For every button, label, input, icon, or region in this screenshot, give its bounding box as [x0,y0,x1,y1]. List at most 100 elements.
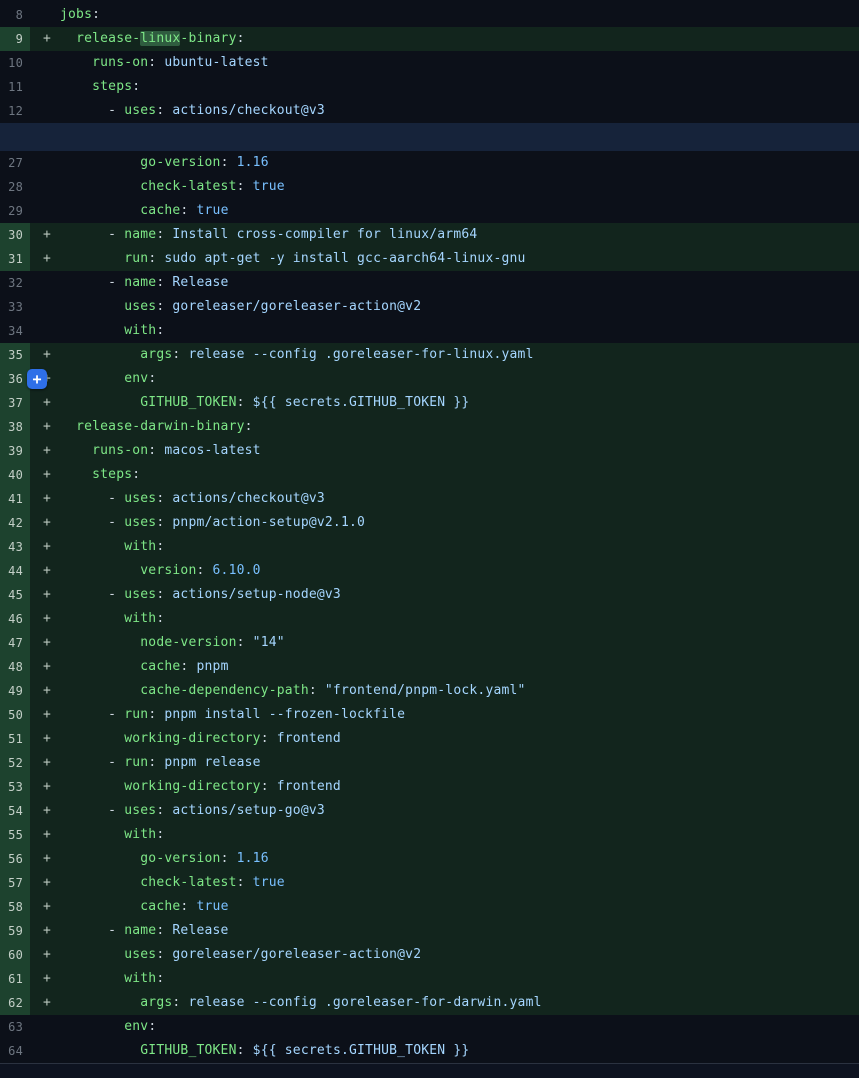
diff-marker: + [30,967,60,991]
code-token: go-version [140,155,220,170]
line-number[interactable]: 47 [0,631,30,655]
line-number[interactable]: 31 [0,247,30,271]
line-number[interactable]: 8 [0,3,30,27]
diff-line-46: 46+ with: [0,607,859,631]
line-number[interactable]: 45 [0,583,30,607]
line-number[interactable]: 49 [0,679,30,703]
diff-line-48: 48+ cache: pnpm [0,655,859,679]
line-number[interactable]: 35 [0,343,30,367]
code-token [60,371,124,386]
code-token: uses [124,491,156,506]
line-number[interactable]: 44 [0,559,30,583]
code-text: - name: Release [60,271,859,295]
diff-marker: + [30,487,60,511]
line-number[interactable]: 11 [0,75,30,99]
code-token: : [261,731,277,746]
line-number[interactable]: 12 [0,99,30,123]
line-number[interactable]: 57 [0,871,30,895]
line-number[interactable]: 52 [0,751,30,775]
code-token: with [124,827,156,842]
code-token: - [60,707,124,722]
line-number[interactable]: 34 [0,319,30,343]
line-number[interactable]: 33 [0,295,30,319]
line-number[interactable]: 55 [0,823,30,847]
line-number[interactable]: 42 [0,511,30,535]
line-number[interactable]: 50 [0,703,30,727]
code-text: working-directory: frontend [60,727,859,751]
line-number[interactable]: 48 [0,655,30,679]
code-token: working-directory [124,779,260,794]
diff-marker: + [30,223,60,247]
code-token: sudo apt-get -y install gcc-aarch64-linu… [164,251,525,266]
code-token [60,899,140,914]
line-number[interactable]: 53 [0,775,30,799]
line-number[interactable]: 58 [0,895,30,919]
code-token: GITHUB_TOKEN [140,395,236,410]
line-number[interactable]: 51 [0,727,30,751]
line-number[interactable]: 41 [0,487,30,511]
line-number[interactable]: 28 [0,175,30,199]
line-number[interactable]: 64 [0,1039,30,1063]
code-token: release --config .goreleaser-for-linux.y… [188,347,533,362]
code-token: with [124,323,156,338]
line-number[interactable]: 56 [0,847,30,871]
code-token: env [124,371,148,386]
diff-line-35: 35+ args: release --config .goreleaser-f… [0,343,859,367]
code-text: env: [60,367,859,391]
line-number[interactable]: 30 [0,223,30,247]
code-token: : [156,923,172,938]
code-text: cache: true [60,199,859,223]
code-text: cache-dependency-path: "frontend/pnpm-lo… [60,679,859,703]
line-number[interactable]: 9 [0,27,30,51]
code-token: : [156,227,172,242]
diff-marker [30,295,60,319]
line-number[interactable]: 59 [0,919,30,943]
diff-line-28: 28 check-latest: true [0,175,859,199]
code-token: - [60,515,124,530]
code-token: pnpm release [164,755,260,770]
code-token: runs-on [92,443,148,458]
diff-marker: + [30,511,60,535]
code-token: uses [124,947,156,962]
line-number[interactable]: 29 [0,199,30,223]
code-token: ${{ secrets.GITHUB_TOKEN }} [253,395,470,410]
code-text: - uses: actions/setup-node@v3 [60,583,859,607]
code-token [60,179,140,194]
code-text: go-version: 1.16 [60,151,859,175]
code-token: : [156,827,164,842]
code-token [60,875,140,890]
code-token: : [237,875,253,890]
line-number[interactable]: 60 [0,943,30,967]
add-comment-button[interactable]: + [27,369,47,389]
line-number[interactable]: 43 [0,535,30,559]
diff-line-39: 39+ runs-on: macos-latest [0,439,859,463]
line-number[interactable]: 46 [0,607,30,631]
diff-line-55: 55+ with: [0,823,859,847]
line-number[interactable]: 32 [0,271,30,295]
code-token: actions/checkout@v3 [172,491,325,506]
line-number[interactable]: 37 [0,391,30,415]
line-number[interactable]: 40 [0,463,30,487]
search-match-highlight: linux [140,31,180,46]
line-number[interactable]: 38 [0,415,30,439]
line-number[interactable]: 27 [0,151,30,175]
code-token [60,1043,140,1058]
line-number[interactable]: 62 [0,991,30,1015]
code-token: : [237,179,253,194]
code-token [60,635,140,650]
code-token: 6.10.0 [213,563,261,578]
line-number[interactable]: 10 [0,51,30,75]
code-token: : [237,31,245,46]
diff-line-58: 58+ cache: true [0,895,859,919]
code-text: with: [60,823,859,847]
line-number[interactable]: 39 [0,439,30,463]
code-text: - uses: actions/checkout@v3 [60,487,859,511]
line-number[interactable]: 61 [0,967,30,991]
code-token: name [124,275,156,290]
line-number[interactable]: 36 [0,367,30,391]
line-number[interactable]: 63 [0,1015,30,1039]
diff-line-40: 40+ steps: [0,463,859,487]
diff-line-10: 10 runs-on: ubuntu-latest [0,51,859,75]
expand-hidden-lines[interactable] [0,123,859,151]
line-number[interactable]: 54 [0,799,30,823]
